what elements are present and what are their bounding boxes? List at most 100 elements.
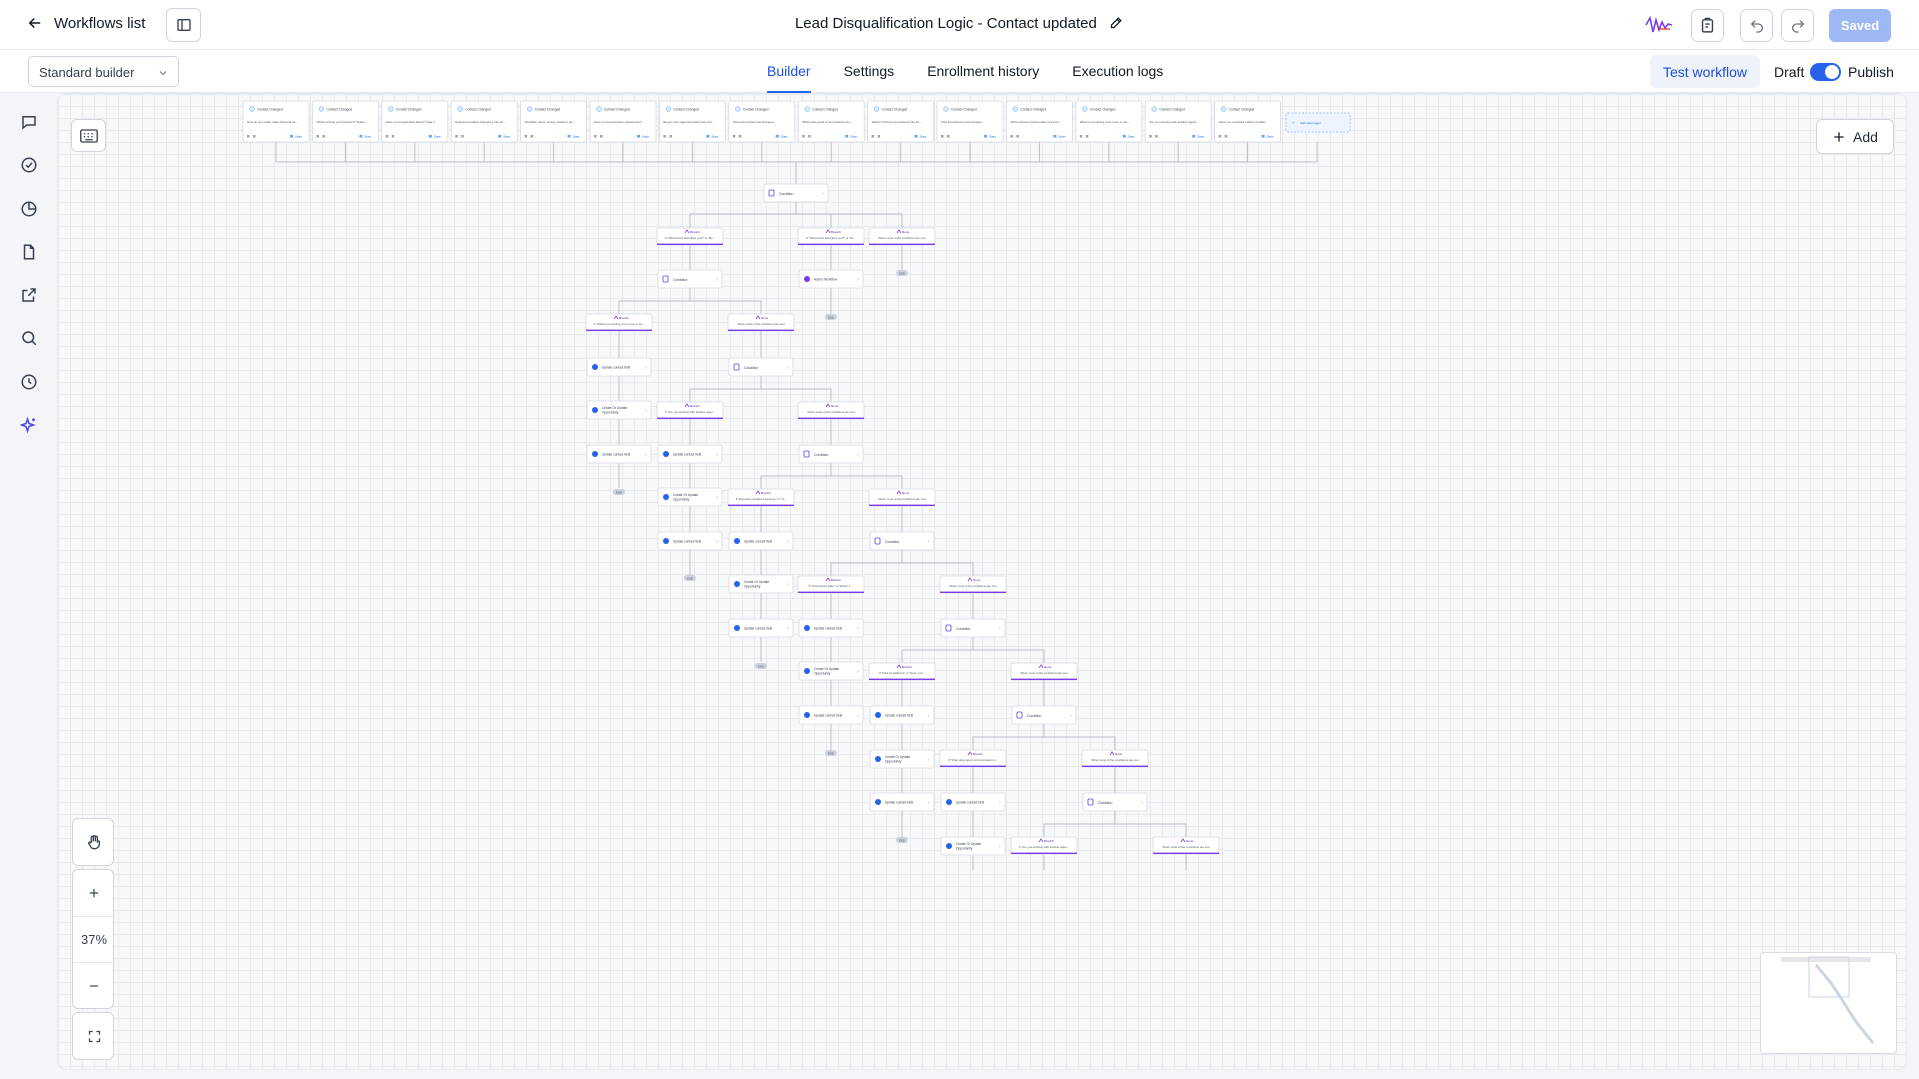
condition-node[interactable]: Condition › [763, 183, 829, 203]
rail-files[interactable] [19, 242, 39, 262]
none-branch-node[interactable]: None When none of the conditions are met [1081, 749, 1149, 768]
branch-node[interactable]: Branch If "What is prompting your move or… [585, 313, 653, 332]
trigger-node[interactable]: Contact Changed What outcome would make t… [1006, 100, 1073, 143]
branch-title: Branch [973, 752, 983, 756]
condition-node[interactable]: Condition › [728, 357, 794, 377]
trigger-node[interactable]: Contact Changed Occurrence Date has chang… [728, 100, 796, 143]
branch-node[interactable]: Branch If "Past Frustrations" is "Sure, I… [868, 662, 936, 681]
branch-title: None [902, 230, 910, 234]
minimap[interactable] [1760, 952, 1897, 1054]
copy-icon [594, 135, 597, 138]
update-field-action-node[interactable]: Update contact field › [728, 531, 794, 551]
trigger-node[interactable]: Contact Changed What's driving your decis… [311, 100, 379, 143]
branch-node[interactable]: Branch If "Which best describes you?" is … [656, 227, 724, 246]
rail-analytics[interactable] [19, 199, 39, 219]
opportunity-action-node[interactable]: Create Or UpdateOpportunity › [728, 574, 794, 594]
opportunity-action-node[interactable]: Create Or UpdateOpportunity › [798, 661, 864, 681]
rail-checks[interactable] [19, 155, 39, 175]
none-branch-node[interactable]: None When none of the conditions are met [939, 575, 1007, 594]
update-field-action-node[interactable]: Update contact field › [869, 705, 935, 725]
condition-node[interactable]: Condition › [798, 444, 864, 464]
condition-node[interactable]: Condition › [869, 531, 935, 551]
rail-comments[interactable] [19, 112, 39, 132]
trigger-node[interactable]: Contact Changed What does good communicat… [797, 100, 865, 143]
none-branch-node[interactable]: None When none of the conditions are met [1010, 662, 1078, 681]
condition-node[interactable]: Condition › [1082, 792, 1148, 812]
panel-toggle-button[interactable] [166, 8, 201, 42]
tab-builder[interactable]: Builder [767, 50, 811, 93]
opportunity-action-node[interactable]: Create Or UpdateOpportunity › [586, 400, 652, 420]
trigger-node[interactable]: Contact Changed How do you make major fin… [242, 100, 310, 143]
add-to-workflow-node[interactable]: Add to Workflow › [798, 269, 864, 289]
workflow-canvas[interactable]: Add Contact Changed How do you make major… [58, 94, 1906, 1069]
branch-node[interactable]: Branch If "Occurrence Date" is "Within 1 … [797, 575, 865, 594]
fit-view-button[interactable] [73, 1013, 115, 1059]
add-trigger-node[interactable]: + Add new trigger [1285, 112, 1351, 133]
update-field-action-node[interactable]: Update contact field › [657, 444, 723, 464]
tab-enrollment-history[interactable]: Enrollment history [927, 50, 1039, 93]
trigger-node[interactable]: Contact Changed Open to representation ag… [589, 100, 657, 143]
update-field-action-node[interactable]: Update contact field › [586, 357, 652, 377]
trigger-header: Contact Changed [257, 108, 283, 112]
user-edit-icon [663, 538, 669, 544]
update-field-action-node[interactable]: Update contact field › [657, 531, 723, 551]
notes-button[interactable] [1691, 9, 1724, 42]
trigger-node[interactable]: Contact Changed Have you bought land befo… [381, 100, 449, 143]
rail-external[interactable] [19, 285, 39, 305]
trigger-node[interactable]: Contact Changed Buyers: Pre-approval stat… [659, 100, 726, 143]
builder-mode-select[interactable]: Standard builder [28, 56, 179, 87]
tab-execution-logs[interactable]: Execution logs [1072, 50, 1163, 93]
workflow-title[interactable]: Lead Disqualification Logic - Contact up… [795, 15, 1097, 32]
pan-button[interactable] [73, 819, 115, 865]
trigger-node[interactable]: Contact Changed What is prompting your mo… [1075, 100, 1143, 143]
branch-node[interactable]: Branch If "Are you working with another a… [656, 401, 724, 420]
rail-ai[interactable] [19, 415, 39, 435]
branch-node[interactable]: Branch If "Which best describes you?" is … [797, 227, 865, 246]
trigger-node[interactable]: Contact Changed Past Frustrations has cha… [936, 100, 1004, 143]
opportunity-action-node[interactable]: Create Or UpdateOpportunity › [869, 749, 935, 769]
none-branch-node[interactable]: None When none of the conditions are met [797, 401, 865, 420]
update-field-action-node[interactable]: Update contact field › [869, 792, 935, 812]
redo-button[interactable] [1781, 9, 1814, 42]
pencil-icon[interactable] [1109, 15, 1124, 30]
branch-node[interactable]: Branch If "What does good communication l… [939, 749, 1007, 768]
pan-tool[interactable] [72, 818, 114, 866]
publish-label: Publish [1848, 64, 1894, 80]
none-branch-node[interactable]: None When none of the conditions are met [868, 227, 936, 246]
none-branch-node[interactable]: None When none of the conditions are met [727, 313, 795, 332]
publish-toggle[interactable] [1810, 63, 1841, 81]
trigger-node[interactable]: Contact Changed Flexibility (price, timin… [520, 100, 588, 143]
none-branch-node[interactable]: None When none of the conditions are met [1152, 836, 1220, 855]
branch-node[interactable]: Branch If "Are you working with another a… [1010, 836, 1078, 855]
trash-icon [1155, 135, 1158, 138]
zoom-in-button[interactable] [73, 870, 115, 916]
condition-node[interactable]: Condition › [1011, 705, 1077, 725]
rail-search[interactable] [19, 328, 39, 348]
back-to-workflows-link[interactable]: Workflows list [26, 14, 145, 32]
rail-history[interactable] [19, 372, 39, 392]
saved-button[interactable]: Saved [1829, 9, 1891, 42]
zoom-out-button[interactable] [73, 962, 115, 1008]
update-field-action-node[interactable]: Update contact field › [940, 792, 1006, 812]
none-branch-node[interactable]: None When none of the conditions are met [868, 488, 936, 507]
branch-title: None [973, 578, 981, 582]
workflow-graph[interactable]: Contact Changed How do you make major fin… [58, 94, 1906, 1069]
trigger-node[interactable]: Contact Changed Expected updates frequenc… [450, 100, 518, 143]
trigger-node[interactable]: Contact Changed Have you reviewed market … [1214, 100, 1281, 143]
condition-node[interactable]: Condition › [940, 618, 1006, 638]
update-field-action-node[interactable]: Update contact field › [798, 705, 864, 725]
trigger-node[interactable]: Contact Changed Sellers: Pricing expectat… [867, 100, 934, 143]
opportunity-action-node[interactable]: Create Or UpdateOpportunity › [657, 487, 723, 507]
update-field-action-node[interactable]: Update contact field › [586, 444, 652, 464]
branch-title: None [831, 404, 839, 408]
update-field-action-node[interactable]: Update contact field › [728, 618, 794, 638]
update-field-action-node[interactable]: Update contact field › [798, 618, 864, 638]
trigger-header: Contact Changed [1020, 108, 1046, 112]
tab-settings[interactable]: Settings [844, 50, 895, 93]
test-workflow-button[interactable]: Test workflow [1650, 55, 1760, 88]
trigger-node[interactable]: Contact Changed Are you working with anot… [1144, 100, 1212, 143]
branch-node[interactable]: Branch If "Expected updates frequency" is… [727, 488, 795, 507]
condition-node[interactable]: Condition › [657, 269, 723, 289]
undo-button[interactable] [1740, 9, 1773, 42]
opportunity-action-node[interactable]: Create Or UpdateOpportunity › [940, 836, 1006, 856]
